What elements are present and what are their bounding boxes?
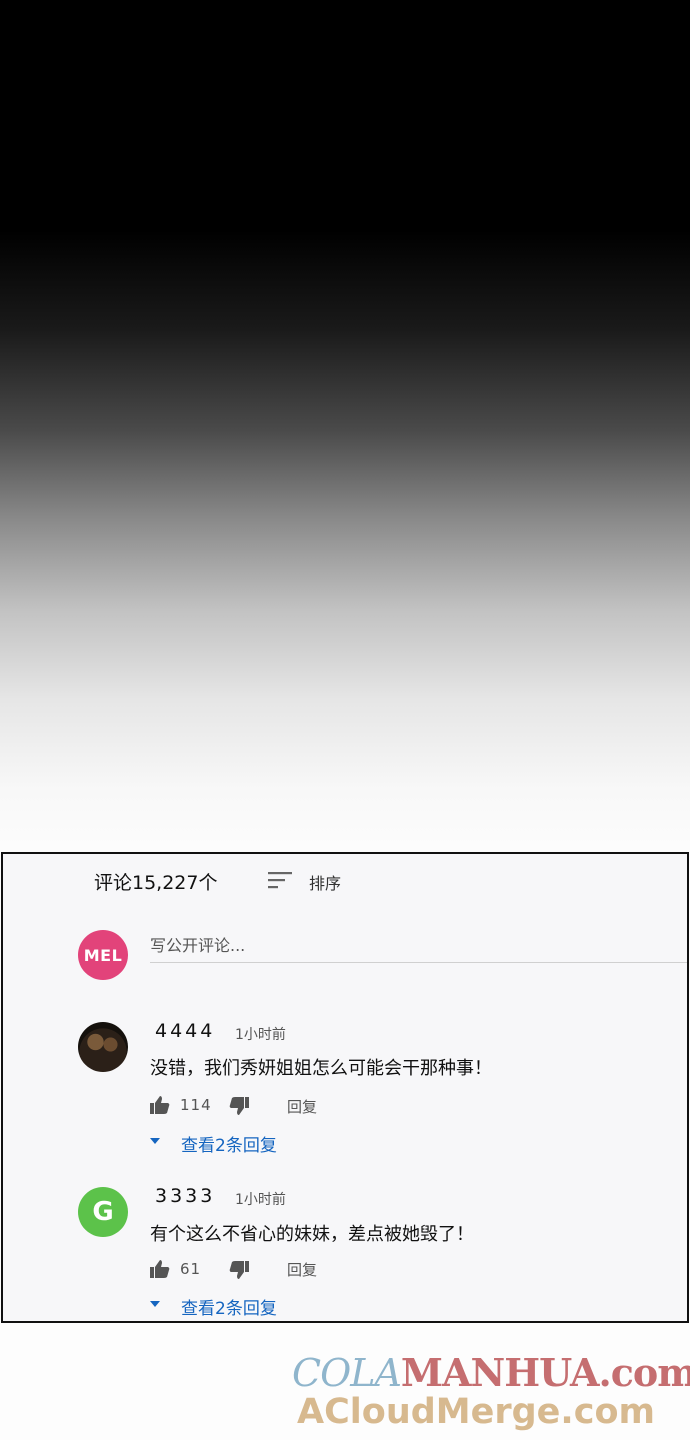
like-count: 114 xyxy=(180,1096,212,1114)
watermark-line2: ACloudMerge.com xyxy=(297,1392,655,1432)
view-replies-link[interactable]: 查看2条回复 xyxy=(181,1294,277,1319)
sort-button[interactable]: 排序 xyxy=(309,870,341,894)
avatar-text: G xyxy=(92,1197,114,1227)
watermark-cola: COLA xyxy=(292,1351,402,1395)
comment-text: 有个这么不省心的妹妹，差点被她毁了！ xyxy=(150,1224,474,1245)
caret-down-icon[interactable] xyxy=(150,1138,160,1144)
reply-button[interactable]: 回复 xyxy=(287,1096,317,1117)
comment-input-placeholder: 写公开评论... xyxy=(150,936,246,955)
comment-time: 1小时前 xyxy=(235,1192,286,1208)
comment-text: 没错，我们秀妍姐姐怎么可能会干那种事！ xyxy=(150,1058,492,1079)
comments-count: 评论15,227个 xyxy=(94,872,218,894)
sort-icon[interactable] xyxy=(268,871,294,889)
comments-panel: 评论15,227个 排序 MEL 写公开评论... 4444 1小时前 没错，我… xyxy=(1,852,689,1323)
gradient-panel-image xyxy=(0,0,690,850)
avatar[interactable] xyxy=(78,1022,128,1072)
comment-username[interactable]: 4444 xyxy=(155,1020,215,1042)
avatar[interactable]: G xyxy=(78,1187,128,1237)
thumbs-up-icon[interactable] xyxy=(150,1260,170,1278)
comment-username[interactable]: 3333 xyxy=(155,1185,215,1207)
comment-time: 1小时前 xyxy=(235,1027,286,1043)
watermark-line1: COLAMANHUA.com xyxy=(292,1350,690,1395)
watermark-manhua: MANHUA.com xyxy=(400,1350,690,1395)
avatar-text: MEL xyxy=(83,945,123,965)
avatar: MEL xyxy=(78,930,128,980)
reply-button[interactable]: 回复 xyxy=(287,1259,317,1280)
thumbs-down-icon[interactable] xyxy=(229,1097,249,1115)
comment-input[interactable]: 写公开评论... xyxy=(150,932,687,963)
view-replies-link[interactable]: 查看2条回复 xyxy=(181,1131,277,1156)
thumbs-down-icon[interactable] xyxy=(229,1261,249,1279)
thumbs-up-icon[interactable] xyxy=(150,1096,170,1114)
like-count: 61 xyxy=(180,1260,202,1278)
caret-down-icon[interactable] xyxy=(150,1301,160,1307)
